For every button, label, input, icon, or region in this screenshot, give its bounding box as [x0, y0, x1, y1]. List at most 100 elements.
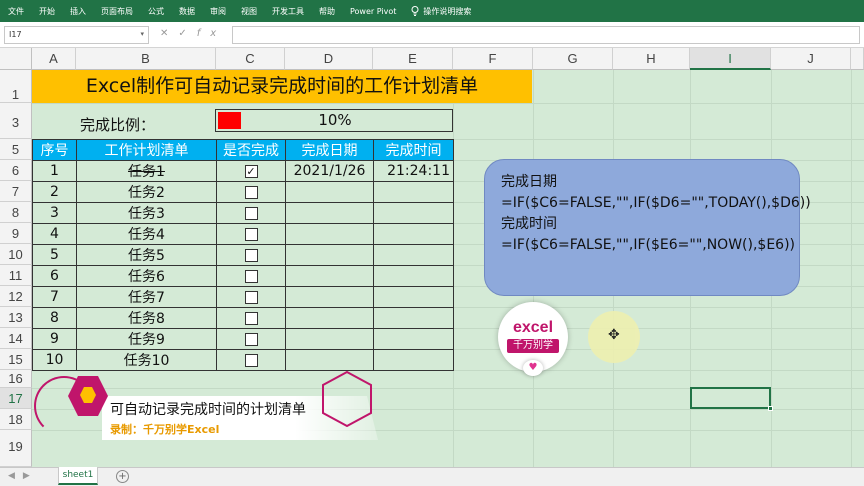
task-name[interactable]: 任务10 [76, 349, 217, 371]
task-checkbox[interactable] [244, 353, 258, 367]
ribbon-tab-view[interactable]: 视图 [241, 6, 257, 17]
name-box[interactable]: I17 ▾ [4, 26, 149, 44]
ribbon-tab-page-layout[interactable]: 页面布局 [101, 6, 133, 17]
task-name[interactable]: 任务6 [76, 265, 217, 287]
ribbon-tab-home[interactable]: 开始 [39, 6, 55, 17]
task-checkbox[interactable]: ✓ [244, 164, 258, 178]
row-header-13[interactable]: 13 [0, 307, 32, 328]
ribbon-tab-review[interactable]: 审阅 [210, 6, 226, 17]
task-time[interactable] [373, 286, 454, 308]
cancel-icon[interactable]: ✕ [160, 28, 178, 39]
task-no[interactable]: 8 [32, 307, 77, 329]
task-checkbox[interactable] [244, 227, 258, 241]
task-name[interactable]: 任务2 [76, 181, 217, 203]
task-done-cell[interactable] [216, 349, 286, 371]
row-header-10[interactable]: 10 [0, 244, 32, 265]
row-header-18[interactable]: 18 [0, 409, 32, 430]
task-no[interactable]: 10 [32, 349, 77, 371]
task-no[interactable]: 9 [32, 328, 77, 350]
task-done-cell[interactable] [216, 244, 286, 266]
column-header-c[interactable]: C [216, 48, 285, 70]
task-date[interactable] [285, 244, 374, 266]
task-no[interactable]: 3 [32, 202, 77, 224]
column-header-d[interactable]: D [285, 48, 373, 70]
column-header-b[interactable]: B [76, 48, 216, 70]
task-name[interactable]: 任务4 [76, 223, 217, 245]
row-header-15[interactable]: 15 [0, 349, 32, 370]
fill-handle[interactable] [768, 406, 773, 411]
prev-sheet-icon[interactable]: ◀ [8, 471, 23, 481]
task-done-cell[interactable] [216, 328, 286, 350]
ribbon-tab-data[interactable]: 数据 [179, 6, 195, 17]
task-time[interactable] [373, 223, 454, 245]
row-header-5[interactable]: 5 [0, 139, 32, 160]
task-name[interactable]: 任务3 [76, 202, 217, 224]
task-date[interactable] [285, 265, 374, 287]
next-sheet-icon[interactable]: ▶ [23, 471, 38, 481]
chevron-down-icon[interactable]: ▾ [140, 30, 144, 38]
task-date[interactable] [285, 202, 374, 224]
task-name[interactable]: 任务8 [76, 307, 217, 329]
task-date[interactable]: 2021/1/26 [285, 160, 374, 182]
task-checkbox[interactable] [244, 290, 258, 304]
task-done-cell[interactable] [216, 181, 286, 203]
column-header-f[interactable]: F [453, 48, 533, 70]
column-header-g[interactable]: G [533, 48, 613, 70]
row-header-19[interactable]: 19 [0, 430, 32, 467]
task-done-cell[interactable] [216, 223, 286, 245]
task-name[interactable]: 任务9 [76, 328, 217, 350]
tell-me-box[interactable]: 操作说明搜索 [411, 6, 486, 17]
row-header-7[interactable]: 7 [0, 181, 32, 202]
row-header-16[interactable]: 16 [0, 370, 32, 388]
task-date[interactable] [285, 328, 374, 350]
row-header-3[interactable]: 3 [0, 103, 32, 139]
row-header-17[interactable]: 17 [0, 388, 32, 409]
row-header-14[interactable]: 14 [0, 328, 32, 349]
column-header-h[interactable]: H [613, 48, 690, 70]
ribbon-tab-power-pivot[interactable]: Power Pivot [350, 7, 396, 16]
task-checkbox[interactable] [244, 311, 258, 325]
function-icon[interactable]: fx [197, 28, 226, 39]
row-header-6[interactable]: 6 [0, 160, 32, 181]
row-header-9[interactable]: 9 [0, 223, 32, 244]
formula-input[interactable] [232, 26, 860, 44]
enter-icon[interactable]: ✓ [178, 28, 196, 39]
task-checkbox[interactable] [244, 248, 258, 262]
task-time[interactable] [373, 244, 454, 266]
task-no[interactable]: 6 [32, 265, 77, 287]
row-header-12[interactable]: 12 [0, 286, 32, 307]
task-no[interactable]: 2 [32, 181, 77, 203]
task-date[interactable] [285, 223, 374, 245]
task-checkbox[interactable] [244, 332, 258, 346]
task-done-cell[interactable]: ✓ [216, 160, 286, 182]
ribbon-tab-help[interactable]: 帮助 [319, 6, 335, 17]
add-sheet-icon[interactable]: + [116, 470, 129, 483]
task-time[interactable] [373, 349, 454, 371]
column-header-j[interactable]: J [771, 48, 851, 70]
task-no[interactable]: 1 [32, 160, 77, 182]
task-done-cell[interactable] [216, 202, 286, 224]
task-time[interactable] [373, 265, 454, 287]
column-header-a[interactable]: A [32, 48, 76, 70]
sheet-nav-arrows[interactable]: ◀▶ [8, 471, 38, 481]
task-date[interactable] [285, 286, 374, 308]
task-done-cell[interactable] [216, 307, 286, 329]
sheet-tab-sheet1[interactable]: sheet1 [58, 467, 98, 485]
task-date[interactable] [285, 181, 374, 203]
ribbon-tab-formulas[interactable]: 公式 [148, 6, 164, 17]
row-header-11[interactable]: 11 [0, 265, 32, 286]
task-checkbox[interactable] [244, 269, 258, 283]
column-header-i[interactable]: I [690, 48, 771, 70]
task-name[interactable]: 任务5 [76, 244, 217, 266]
ribbon-tab-insert[interactable]: 插入 [70, 6, 86, 17]
task-done-cell[interactable] [216, 286, 286, 308]
task-date[interactable] [285, 349, 374, 371]
task-date[interactable] [285, 307, 374, 329]
column-header-k[interactable] [851, 48, 864, 70]
selected-cell-i17[interactable] [690, 387, 773, 411]
task-checkbox[interactable] [244, 185, 258, 199]
task-no[interactable]: 7 [32, 286, 77, 308]
task-name[interactable]: 任务7 [76, 286, 217, 308]
task-name[interactable]: 任务1 [76, 160, 217, 182]
task-time[interactable]: 21:24:11 [373, 160, 454, 182]
